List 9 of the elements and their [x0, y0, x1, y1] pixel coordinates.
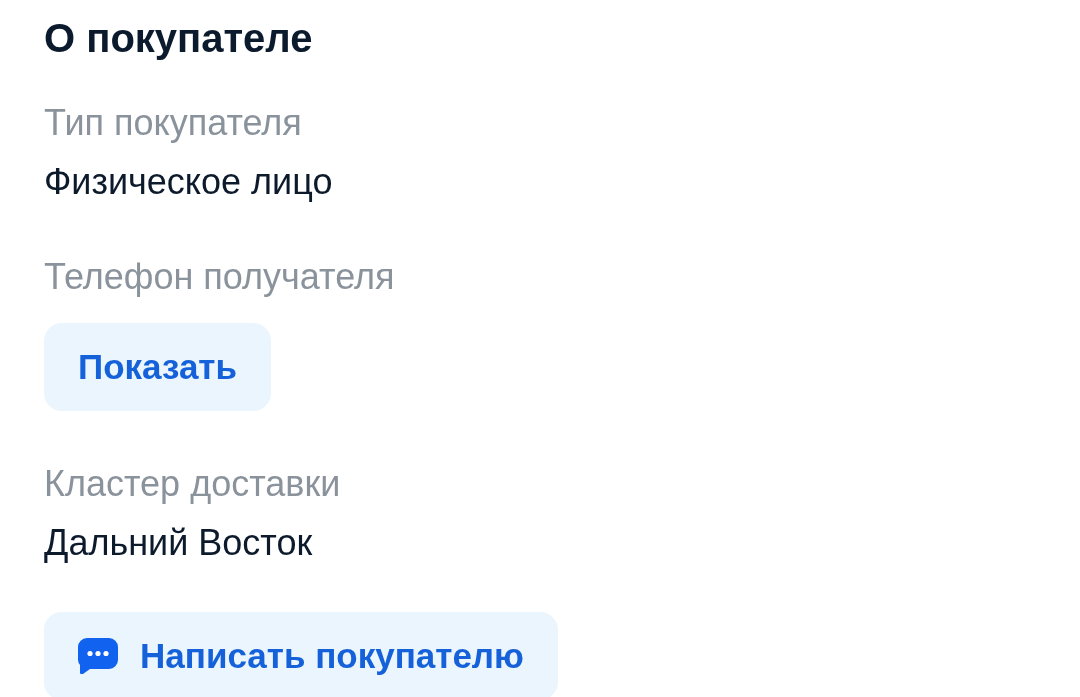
field-label: Кластер доставки	[44, 462, 341, 506]
show-phone-button[interactable]: Показать	[44, 323, 271, 411]
field-value: Физическое лицо	[44, 160, 333, 204]
chat-bubble-icon	[78, 638, 118, 674]
field-value: Дальний Восток	[44, 521, 313, 565]
field-label: Тип покупателя	[44, 101, 302, 145]
message-buyer-button[interactable]: Написать покупателю	[44, 612, 558, 697]
field-label: Телефон получателя	[44, 255, 395, 299]
section-title: О покупателе	[44, 16, 313, 60]
